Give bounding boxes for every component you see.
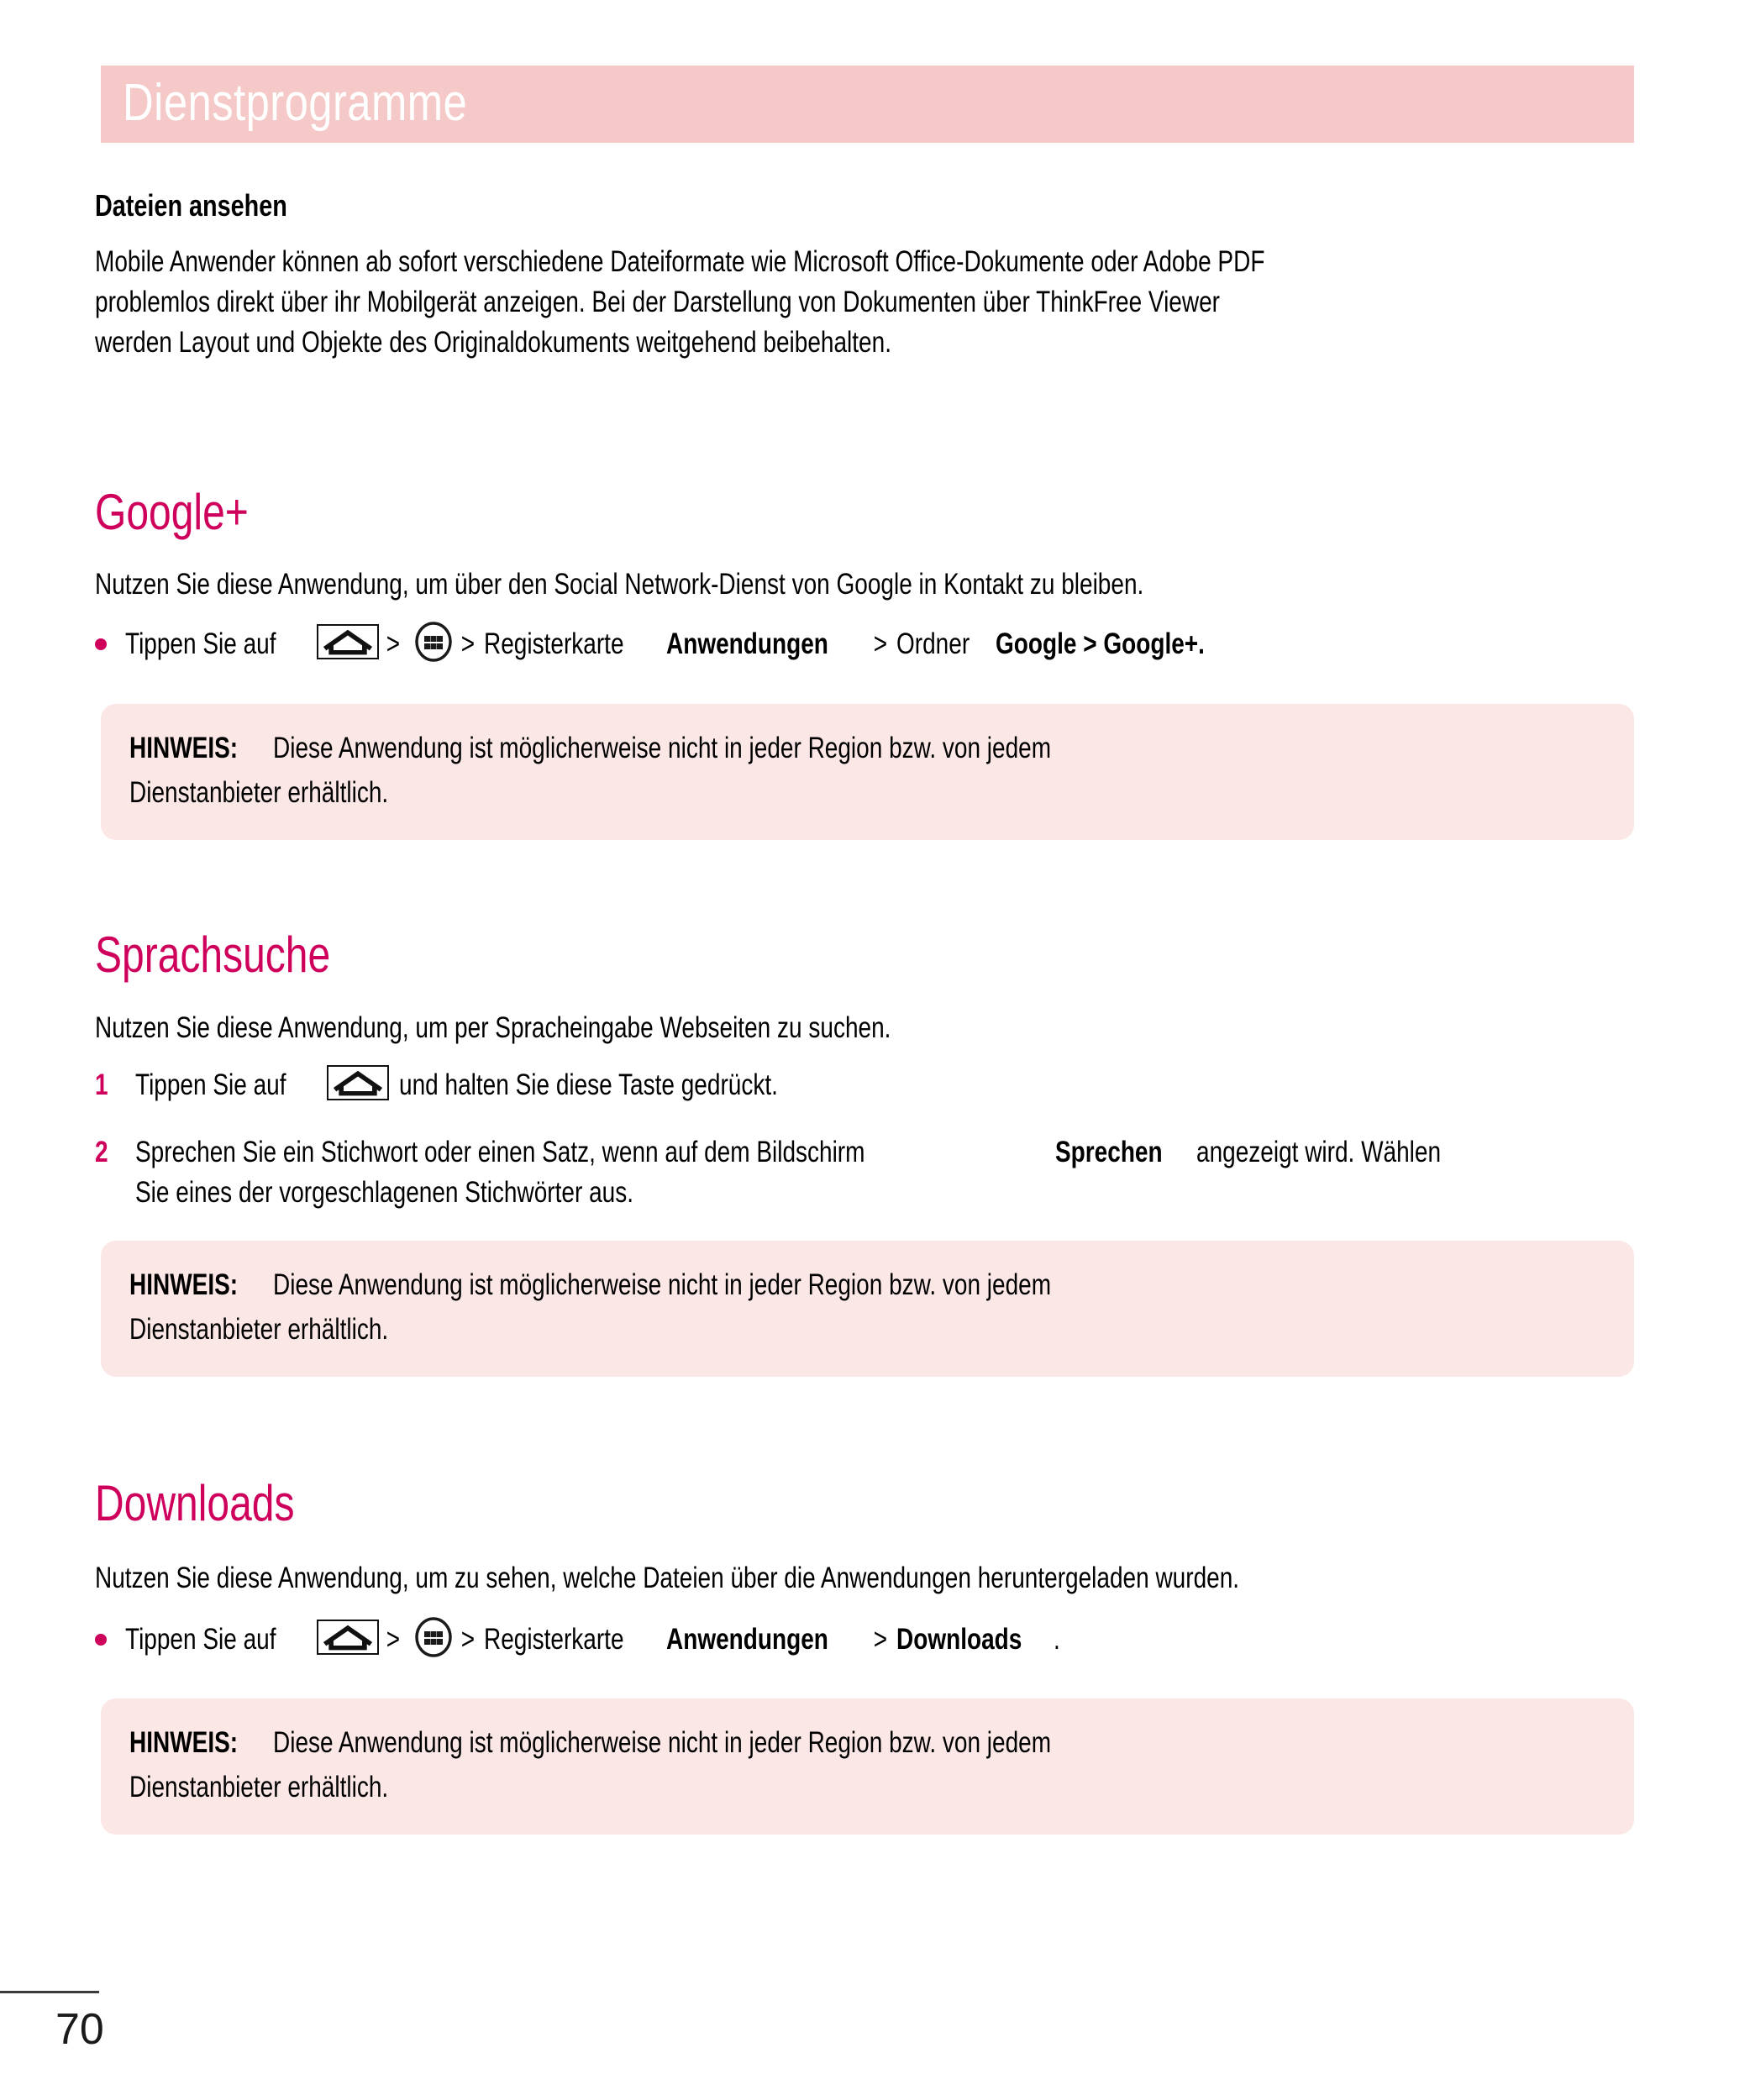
downloads-heading: Downloads bbox=[95, 1475, 295, 1531]
bullet-dot bbox=[95, 1634, 107, 1646]
chevron-separator-3: > bbox=[873, 1623, 887, 1656]
bullet-bold-downloads: Downloads bbox=[896, 1623, 1022, 1656]
downloads-intro: Nutzen Sie diese Anwendung, um zu sehen,… bbox=[95, 1562, 1240, 1594]
bullet-dot bbox=[95, 638, 107, 650]
step-tail-text: und halten Sie diese Taste gedrückt. bbox=[399, 1068, 779, 1101]
note-line-1: Diese Anwendung ist möglicherweise nicht… bbox=[273, 732, 1052, 764]
footer-divider bbox=[0, 1991, 99, 1993]
note-label: HINWEIS: bbox=[129, 1726, 239, 1759]
voicesearch-intro: Nutzen Sie diese Anwendung, um per Sprac… bbox=[95, 1011, 891, 1044]
step2-bold-sprechen: Sprechen bbox=[1054, 1136, 1163, 1168]
step2-line1-part1: Sprechen Sie ein Stichwort oder einen Sa… bbox=[135, 1136, 865, 1168]
downloads-bullet-row: Tippen Sie auf > > Registerkarte Anwendu… bbox=[95, 1617, 1653, 1657]
googleplus-bullet-row: Tippen Sie auf > > Registerkarte Anwendu… bbox=[95, 622, 1653, 662]
googleplus-heading: Google+ bbox=[95, 484, 249, 540]
voicesearch-note-box: HINWEIS: Diese Anwendung ist möglicherwei… bbox=[101, 1241, 1634, 1377]
apps-grid-icon[interactable] bbox=[413, 622, 454, 662]
page-header-title: Dienstprogramme bbox=[123, 73, 468, 132]
note-line-1: Diese Anwendung ist möglicherweise nicht… bbox=[273, 1726, 1052, 1759]
bullet-bold-anwendungen: Anwendungen bbox=[666, 627, 829, 660]
note-line-2: Dienstanbieter erhältlich. bbox=[129, 1313, 389, 1346]
page-header-band: Dienstprogramme bbox=[101, 66, 1634, 143]
note-line-2: Dienstanbieter erhältlich. bbox=[129, 1771, 389, 1803]
bullet-folder-word: Ordner bbox=[896, 627, 970, 660]
chevron-separator-2: > bbox=[460, 1623, 476, 1656]
manual-page: Dienstprogramme Dateien ansehen Mobile A… bbox=[0, 0, 1750, 2100]
voicesearch-step-2: 2 Sprechen Sie ein Stichwort oder einen … bbox=[95, 1132, 1653, 1213]
home-icon[interactable] bbox=[327, 1065, 390, 1100]
voicesearch-step-1: 1 Tippen Sie auf und halten Sie diese Ta… bbox=[95, 1065, 1653, 1105]
step-number: 2 bbox=[95, 1136, 108, 1168]
bullet-bold-google-path: Google > Google+. bbox=[995, 627, 1205, 660]
bullet-period: . bbox=[1053, 1623, 1060, 1656]
bullet-lead-text: Tippen Sie auf bbox=[125, 1623, 276, 1656]
home-icon[interactable] bbox=[317, 624, 380, 659]
home-icon[interactable] bbox=[317, 1620, 380, 1655]
bullet-tab-word: Registerkarte bbox=[484, 1623, 624, 1656]
chevron-separator-1: > bbox=[386, 1623, 401, 1656]
bullet-bold-anwendungen: Anwendungen bbox=[666, 1623, 829, 1656]
note-label: HINWEIS: bbox=[129, 732, 239, 764]
apps-grid-icon[interactable] bbox=[413, 1617, 454, 1657]
chevron-separator-3: > bbox=[873, 627, 887, 660]
note-line-2: Dienstanbieter erhältlich. bbox=[129, 776, 389, 809]
downloads-note-box: HINWEIS: Diese Anwendung ist möglicherwei… bbox=[101, 1698, 1634, 1835]
files-paragraph: Mobile Anwender können ab sofort verschi… bbox=[95, 245, 1265, 359]
bullet-lead-text: Tippen Sie auf bbox=[125, 627, 276, 660]
page-number: 70 bbox=[55, 2005, 104, 2054]
chevron-separator-2: > bbox=[460, 627, 476, 660]
bullet-tab-word: Registerkarte bbox=[484, 627, 624, 660]
step-lead-text: Tippen Sie auf bbox=[135, 1068, 286, 1101]
step-number: 1 bbox=[95, 1068, 108, 1101]
googleplus-intro: Nutzen Sie diese Anwendung, um über den … bbox=[95, 568, 1144, 601]
note-label: HINWEIS: bbox=[129, 1268, 239, 1301]
chevron-separator-1: > bbox=[386, 627, 401, 660]
files-subheading: Dateien ansehen bbox=[95, 188, 287, 223]
note-line-1: Diese Anwendung ist möglicherweise nicht… bbox=[273, 1268, 1052, 1301]
googleplus-note-box: HINWEIS: Diese Anwendung ist möglicherwei… bbox=[101, 704, 1634, 840]
step2-line1-part2: angezeigt wird. Wählen bbox=[1196, 1136, 1442, 1168]
voicesearch-heading: Sprachsuche bbox=[95, 927, 331, 983]
step2-line2: Sie eines der vorgeschlagenen Stichwörte… bbox=[135, 1176, 634, 1209]
